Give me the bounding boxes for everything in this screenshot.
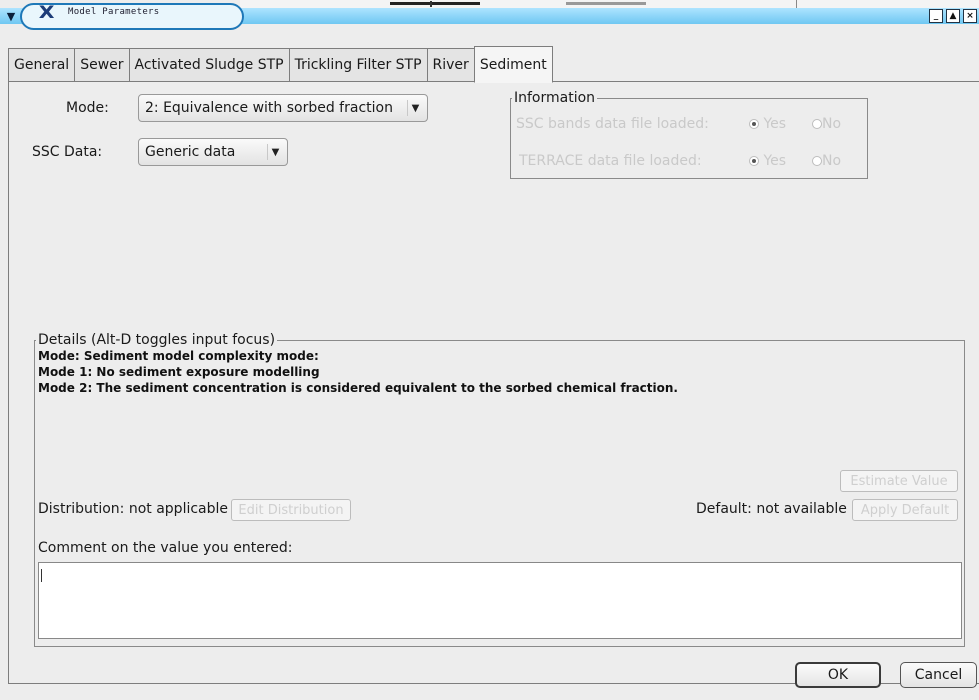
radio-unselected-icon xyxy=(812,156,822,166)
terrace-no-radio: No xyxy=(812,153,841,169)
radio-unselected-icon xyxy=(812,119,822,129)
yes-label: Yes xyxy=(763,116,787,132)
ok-button[interactable]: OK xyxy=(795,662,881,688)
minimize-icon[interactable]: _ xyxy=(929,9,943,23)
mode-label: Mode: xyxy=(66,100,109,116)
ssc-data-select-value: Generic data xyxy=(145,144,236,160)
dropdown-arrow-icon: ▼ xyxy=(407,100,423,116)
maximize-icon[interactable]: ▲ xyxy=(946,9,960,23)
window-title: Model Parameters xyxy=(68,7,160,17)
no-label: No xyxy=(822,153,842,169)
edit-distribution-button[interactable]: Edit Distribution xyxy=(231,499,351,521)
tab-trickling-filter-stp[interactable]: Trickling Filter STP xyxy=(288,48,427,82)
distribution-text: Distribution: not applicable xyxy=(38,501,229,517)
tab-sewer[interactable]: Sewer xyxy=(74,48,129,82)
details-line-2: Mode 1: No sediment exposure modelling xyxy=(38,365,320,379)
mode-select[interactable]: 2: Equivalence with sorbed fraction ▼ xyxy=(138,94,428,122)
ssc-data-label: SSC Data: xyxy=(32,144,103,160)
tab-sediment[interactable]: Sediment xyxy=(473,46,553,83)
tab-activated-sludge-stp[interactable]: Activated Sludge STP xyxy=(128,48,289,82)
window-controls: _ ▲ × xyxy=(929,9,977,23)
x-logo-icon: X xyxy=(38,3,55,23)
dropdown-arrow-icon: ▼ xyxy=(267,144,283,160)
terrace-yes-radio: Yes xyxy=(749,153,786,169)
tab-general[interactable]: General xyxy=(8,48,75,82)
ssc-data-select[interactable]: Generic data ▼ xyxy=(138,138,288,166)
title-bar: ▼ X Model Parameters _ ▲ × xyxy=(0,0,979,36)
tab-bar: General Sewer Activated Sludge STP Trick… xyxy=(8,46,553,83)
close-icon[interactable]: × xyxy=(963,9,977,23)
details-line-3: Mode 2: The sediment concentration is co… xyxy=(38,381,678,395)
apply-default-button[interactable]: Apply Default xyxy=(852,499,958,521)
ssc-bands-no-radio: No xyxy=(812,116,841,132)
comment-textarea[interactable] xyxy=(38,562,962,639)
yes-label: Yes xyxy=(763,153,787,169)
ssc-bands-yes-radio: Yes xyxy=(749,116,786,132)
details-line-1: Mode: Sediment model complexity mode: xyxy=(38,349,319,363)
window-menu-chevron-down-icon[interactable]: ▼ xyxy=(4,8,18,24)
tab-river[interactable]: River xyxy=(426,48,474,82)
radio-selected-icon xyxy=(749,119,759,129)
no-label: No xyxy=(822,116,842,132)
default-text: Default: not available xyxy=(696,501,847,517)
radio-selected-icon xyxy=(749,156,759,166)
terrace-loaded-label: TERRACE data file loaded: xyxy=(519,153,702,169)
ssc-bands-loaded-label: SSC bands data file loaded: xyxy=(516,116,709,132)
estimate-value-button[interactable]: Estimate Value xyxy=(840,470,958,492)
text-cursor xyxy=(41,569,42,582)
mode-select-value: 2: Equivalence with sorbed fraction xyxy=(145,100,393,116)
cancel-button[interactable]: Cancel xyxy=(900,662,977,688)
comment-label: Comment on the value you entered: xyxy=(38,540,293,556)
details-title: Details (Alt-D toggles input focus) xyxy=(36,332,278,348)
information-title: Information xyxy=(512,90,598,106)
